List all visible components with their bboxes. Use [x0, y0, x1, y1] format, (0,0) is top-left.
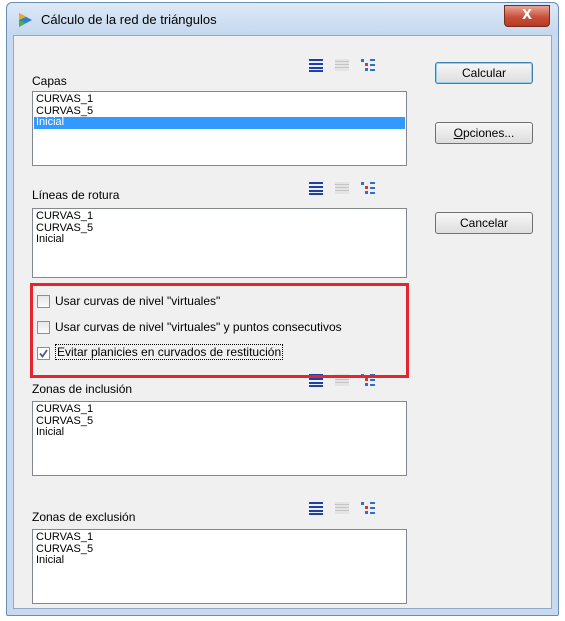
list-item[interactable]: CURVAS_1 — [34, 210, 405, 223]
list-item[interactable]: CURVAS_1 — [34, 531, 405, 544]
opciones-accel: O — [453, 126, 463, 140]
list-view-icon[interactable] — [308, 501, 324, 515]
tree-view-icon[interactable] — [360, 181, 376, 195]
list-item-selected[interactable]: Inicial — [34, 116, 405, 129]
grid-view-icon[interactable] — [334, 181, 350, 195]
cancelar-button[interactable]: Cancelar — [435, 212, 533, 234]
zonas-inclusion-listbox[interactable]: CURVAS_1 CURVAS_5 Inicial — [32, 401, 407, 476]
title-bar[interactable]: Cálculo de la red de triángulos X — [7, 3, 558, 35]
window-title: Cálculo de la red de triángulos — [41, 12, 217, 27]
zonas-inclusion-label: Zonas de inclusión — [32, 382, 133, 396]
app-icon — [19, 13, 32, 27]
grid-view-icon[interactable] — [334, 501, 350, 515]
tree-view-icon[interactable] — [360, 501, 376, 515]
capas-listbox[interactable]: CURVAS_1 CURVAS_5 Inicial — [32, 91, 407, 166]
grid-view-icon[interactable] — [334, 58, 350, 72]
list-item[interactable]: CURVAS_5 — [34, 543, 405, 556]
list-view-icon[interactable] — [308, 58, 324, 72]
lineas-rotura-listbox[interactable]: CURVAS_1 CURVAS_5 Inicial — [32, 208, 407, 278]
list-item[interactable]: Inicial — [34, 426, 405, 439]
calcular-button[interactable]: Calcular — [435, 62, 533, 84]
list-item[interactable]: Inicial — [34, 233, 405, 246]
zonas-exclusion-listbox[interactable]: CURVAS_1 CURVAS_5 Inicial — [32, 529, 407, 604]
zonas-exclusion-label: Zonas de exclusión — [32, 510, 136, 524]
list-item[interactable]: CURVAS_5 — [34, 222, 405, 235]
list-item[interactable]: CURVAS_5 — [34, 415, 405, 428]
list-item[interactable]: CURVAS_1 — [34, 403, 405, 416]
list-item[interactable]: Inicial — [34, 554, 405, 567]
close-icon: X — [521, 8, 533, 23]
opciones-button[interactable]: Opciones... — [435, 122, 533, 144]
capas-label: Capas — [32, 74, 67, 88]
close-button[interactable]: X — [504, 5, 550, 27]
opciones-label: pciones... — [462, 126, 515, 140]
lineas-rotura-label: Líneas de rotura — [32, 188, 120, 202]
highlight-box — [30, 283, 409, 378]
list-item[interactable]: CURVAS_5 — [34, 105, 405, 118]
list-view-icon[interactable] — [308, 181, 324, 195]
list-item[interactable]: CURVAS_1 — [34, 93, 405, 106]
tree-view-icon[interactable] — [360, 58, 376, 72]
